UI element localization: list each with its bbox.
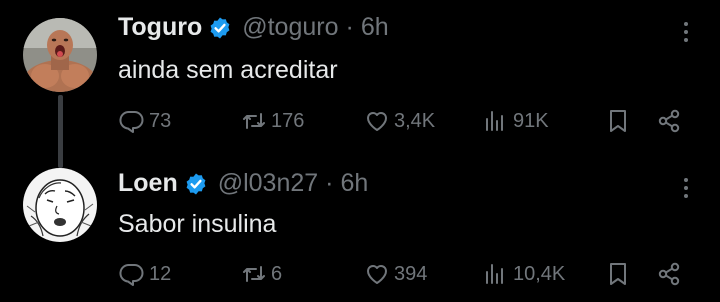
bookmark-button[interactable]	[604, 258, 632, 290]
retweet-icon	[243, 113, 265, 129]
avatar-image	[23, 18, 97, 92]
like-count: 3,4K	[394, 109, 436, 132]
avatar-image	[23, 168, 97, 242]
retweet-icon	[243, 266, 265, 282]
reply-button[interactable]: 12	[118, 258, 171, 290]
tweet[interactable]: Loen @l03n27 · 6h Sabor insulina 12 6 39…	[0, 160, 720, 302]
separator-dot: ·	[325, 169, 334, 197]
views-button[interactable]: 10,4K	[482, 258, 565, 290]
display-name[interactable]: Loen	[118, 169, 178, 198]
tweet-header: Toguro @toguro · 6h	[118, 13, 389, 42]
heart-icon	[367, 265, 387, 284]
reply-count: 12	[149, 262, 172, 285]
timestamp[interactable]: 6h	[341, 169, 369, 198]
tweet-header: Loen @l03n27 · 6h	[118, 169, 368, 198]
retweet-count: 176	[271, 109, 305, 132]
bookmark-icon	[610, 263, 626, 285]
retweet-button[interactable]: 6	[240, 258, 282, 290]
avatar[interactable]	[23, 18, 97, 92]
bookmark-button[interactable]	[604, 105, 632, 137]
like-button[interactable]: 394	[363, 258, 427, 290]
verified-badge-icon	[210, 17, 230, 38]
reply-button[interactable]: 73	[118, 105, 171, 137]
tweet-text: Sabor insulina	[118, 210, 277, 238]
reply-icon	[119, 110, 144, 133]
share-button[interactable]	[655, 258, 683, 290]
action-bar: 73 176 3,4K 91K	[0, 105, 720, 137]
view-count: 91K	[513, 109, 549, 132]
reply-icon	[119, 263, 144, 286]
user-handle[interactable]: @toguro	[242, 13, 338, 42]
retweet-count: 6	[271, 262, 283, 285]
views-icon	[486, 111, 503, 131]
avatar[interactable]	[23, 168, 97, 242]
display-name[interactable]: Toguro	[118, 13, 202, 42]
views-icon	[486, 264, 503, 284]
share-button[interactable]	[655, 105, 683, 137]
like-button[interactable]: 3,4K	[363, 105, 435, 137]
tweet-text: ainda sem acreditar	[118, 56, 338, 84]
share-icon	[658, 262, 680, 286]
timestamp[interactable]: 6h	[361, 13, 389, 42]
heart-icon	[367, 112, 387, 131]
action-bar: 12 6 394 10,4K	[0, 258, 720, 290]
bookmark-icon	[610, 110, 626, 132]
retweet-button[interactable]: 176	[240, 105, 304, 137]
views-button[interactable]: 91K	[482, 105, 549, 137]
tweet[interactable]: Toguro @toguro · 6h ainda sem acreditar …	[0, 0, 720, 168]
share-icon	[658, 109, 680, 133]
view-count: 10,4K	[513, 262, 566, 285]
separator-dot: ·	[345, 13, 354, 41]
verified-badge-icon	[186, 173, 206, 194]
reply-count: 73	[149, 109, 172, 132]
user-handle[interactable]: @l03n27	[218, 169, 318, 198]
more-icon[interactable]	[682, 22, 690, 42]
like-count: 394	[394, 262, 428, 285]
more-icon[interactable]	[682, 178, 690, 198]
